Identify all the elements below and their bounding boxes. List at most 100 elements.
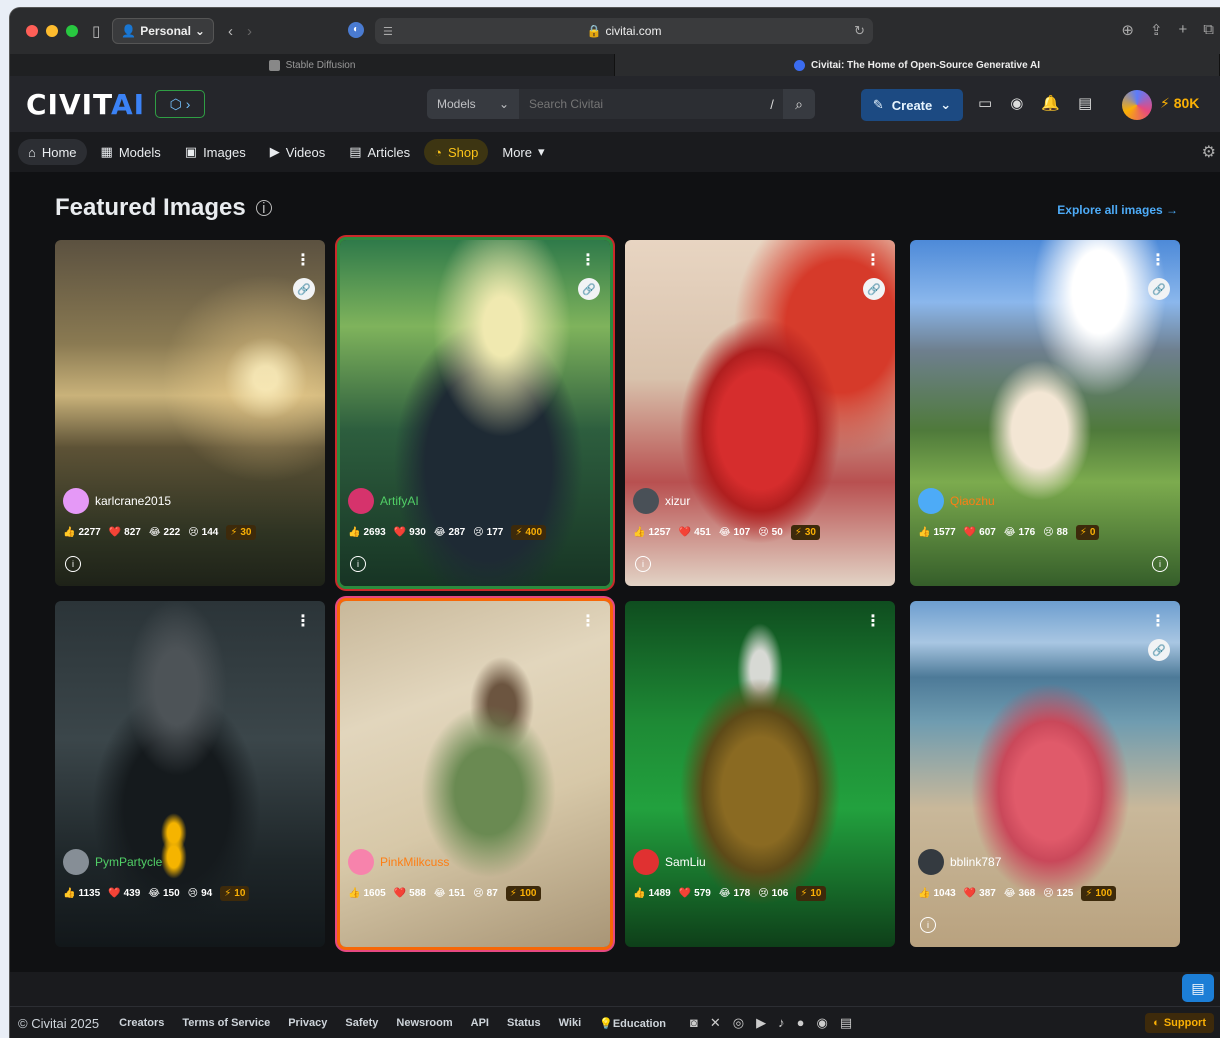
sidebar-toggle-icon[interactable]: ▯	[92, 22, 100, 40]
heart-reaction[interactable]: ❤️ 439	[108, 888, 140, 899]
monitor-icon[interactable]: ▭	[978, 94, 992, 112]
laugh-reaction[interactable]: 😂 151	[434, 888, 465, 899]
footer-link-safety[interactable]: Safety	[345, 1017, 378, 1029]
search-button[interactable]: ⌕	[783, 89, 815, 119]
image-card[interactable]: ⋮ 🔗 Qiaozhu 👍 1577 ❤️ 607 😂 176 😢 88 ⚡ 0 i	[910, 240, 1180, 586]
close-window-button[interactable]	[26, 25, 38, 37]
gear-icon[interactable]: ⚙	[1202, 142, 1216, 162]
tab-overview-icon[interactable]: ⧉	[1203, 21, 1214, 39]
forward-icon[interactable]: ›	[247, 23, 252, 40]
buzz-tip[interactable]: ⚡ 100	[505, 885, 541, 901]
heart-reaction[interactable]: ❤️ 387	[964, 888, 996, 899]
info-icon[interactable]: i	[635, 556, 651, 572]
chat-fab-button[interactable]: ▤	[1182, 974, 1214, 1002]
address-bar[interactable]: ☰ 🔒 civitai.com ↻	[375, 18, 873, 44]
more-options-icon[interactable]: ⋮	[865, 250, 881, 270]
card-user[interactable]: ArtifyAI	[348, 488, 419, 514]
more-options-icon[interactable]: ⋮	[295, 611, 311, 631]
like-reaction[interactable]: 👍 1605	[348, 888, 386, 899]
share-icon[interactable]: ⇪	[1150, 21, 1163, 39]
cry-reaction[interactable]: 😢 87	[473, 888, 498, 899]
app-switcher-button[interactable]: ⬡ ›	[155, 90, 206, 118]
info-icon[interactable]: i	[350, 556, 366, 572]
cry-reaction[interactable]: 😢 177	[473, 527, 503, 538]
search-input[interactable]	[519, 89, 761, 119]
more-options-icon[interactable]: ⋮	[580, 250, 596, 270]
privacy-shield-icon[interactable]: ◐	[348, 22, 364, 38]
cry-reaction[interactable]: 😢 88	[1043, 527, 1068, 538]
footer-link-status[interactable]: Status	[507, 1017, 541, 1029]
new-tab-icon[interactable]: +	[1179, 21, 1188, 39]
footer-link-education[interactable]: 💡Education	[599, 1017, 666, 1030]
more-options-icon[interactable]: ⋮	[865, 611, 881, 631]
cry-reaction[interactable]: 😢 94	[188, 888, 213, 899]
cry-reaction[interactable]: 😢 50	[758, 527, 783, 538]
image-card[interactable]: ⋮ 🔗 ArtifyAI 👍 2693 ❤️ 930 😂 287 😢 177 ⚡ 400 …	[340, 240, 610, 586]
like-reaction[interactable]: 👍 1489	[633, 888, 671, 899]
info-icon[interactable]: i	[65, 556, 81, 572]
buzz-tip[interactable]: ⚡ 10	[220, 885, 250, 901]
like-reaction[interactable]: 👍 1257	[633, 527, 671, 538]
nav-shop[interactable]: ◔ Shop	[424, 139, 489, 165]
eye-icon[interactable]: ◉	[1010, 94, 1023, 112]
buzz-tip[interactable]: ⚡ 400	[511, 524, 547, 540]
card-user[interactable]: Qiaozhu	[918, 488, 995, 514]
image-card[interactable]: ⋮ SamLiu 👍 1489 ❤️ 579 😂 178 😢 106 ⚡ 10	[625, 601, 895, 947]
cry-reaction[interactable]: 😢 144	[188, 527, 218, 538]
cry-reaction[interactable]: 😢 106	[758, 888, 788, 899]
card-user[interactable]: xizur	[633, 488, 690, 514]
heart-reaction[interactable]: ❤️ 588	[394, 888, 426, 899]
laugh-reaction[interactable]: 😂 178	[719, 888, 750, 899]
more-options-icon[interactable]: ⋮	[295, 250, 311, 270]
card-user[interactable]: bblink787	[918, 849, 1001, 875]
support-button[interactable]: ◐ Support	[1145, 1013, 1214, 1033]
reload-icon[interactable]: ↻	[854, 23, 865, 39]
laugh-reaction[interactable]: 😂 368	[1004, 888, 1035, 899]
buzz-tip[interactable]: ⚡ 0	[1075, 524, 1100, 540]
footer-link-privacy[interactable]: Privacy	[288, 1017, 327, 1029]
instagram-icon[interactable]: ◎	[733, 1015, 744, 1031]
heart-reaction[interactable]: ❤️ 930	[394, 527, 426, 538]
more-options-icon[interactable]: ⋮	[1150, 611, 1166, 631]
tab-civitai[interactable]: Civitai: The Home of Open-Source Generat…	[615, 54, 1220, 76]
link-icon[interactable]: 🔗	[863, 278, 885, 300]
card-user[interactable]: SamLiu	[633, 849, 706, 875]
more-options-icon[interactable]: ⋮	[580, 611, 596, 631]
card-user[interactable]: PinkMilkcuss	[348, 849, 449, 875]
image-card[interactable]: ⋮ 🔗 karlcrane2015 👍 2277 ❤️ 827 😂 222 😢 144 …	[55, 240, 325, 586]
heart-reaction[interactable]: ❤️ 451	[679, 527, 711, 538]
image-card[interactable]: ⋮ PymPartycle 👍 1135 ❤️ 439 😂 150 😢 94 ⚡ 10	[55, 601, 325, 947]
footer-link-terms[interactable]: Terms of Service	[182, 1017, 270, 1029]
footer-link-newsroom[interactable]: Newsroom	[396, 1017, 452, 1029]
buzz-tip[interactable]: ⚡ 10	[796, 885, 826, 901]
cry-reaction[interactable]: 😢 125	[1043, 888, 1073, 899]
laugh-reaction[interactable]: 😂 222	[149, 527, 180, 538]
buzz-tip[interactable]: ⚡ 30	[226, 524, 256, 540]
buzz-balance[interactable]: ⚡ 80K	[1160, 95, 1199, 112]
footer-link-creators[interactable]: Creators	[119, 1017, 164, 1029]
zoom-window-button[interactable]	[66, 25, 78, 37]
like-reaction[interactable]: 👍 1043	[918, 888, 956, 899]
back-icon[interactable]: ‹	[228, 23, 233, 40]
nav-articles[interactable]: ▤ Articles	[339, 139, 420, 165]
laugh-reaction[interactable]: 😂 107	[719, 527, 750, 538]
chat-icon[interactable]: ▤	[840, 1015, 852, 1031]
more-options-icon[interactable]: ⋮	[1150, 250, 1166, 270]
nav-images[interactable]: ▣ Images	[175, 139, 256, 165]
like-reaction[interactable]: 👍 1577	[918, 527, 956, 538]
bell-icon[interactable]: 🔔	[1041, 94, 1060, 112]
tiktok-icon[interactable]: ♪	[778, 1015, 785, 1031]
like-reaction[interactable]: 👍 1135	[63, 888, 100, 899]
youtube-icon[interactable]: ▶	[756, 1015, 766, 1031]
heart-reaction[interactable]: ❤️ 827	[109, 527, 141, 538]
footer-link-api[interactable]: API	[471, 1017, 489, 1029]
discord-icon[interactable]: ◙	[690, 1015, 698, 1031]
info-icon[interactable]: i	[255, 200, 272, 217]
laugh-reaction[interactable]: 😂 176	[1004, 527, 1035, 538]
nav-models[interactable]: ▦ Models	[91, 139, 171, 165]
image-card[interactable]: ⋮ PinkMilkcuss 👍 1605 ❤️ 588 😂 151 😢 87 ⚡ 100	[340, 601, 610, 947]
heart-reaction[interactable]: ❤️ 607	[964, 527, 996, 538]
nav-home[interactable]: ⌂ Home	[18, 139, 87, 165]
info-icon[interactable]: i	[920, 917, 936, 933]
chat-icon[interactable]: ▤	[1078, 94, 1092, 112]
